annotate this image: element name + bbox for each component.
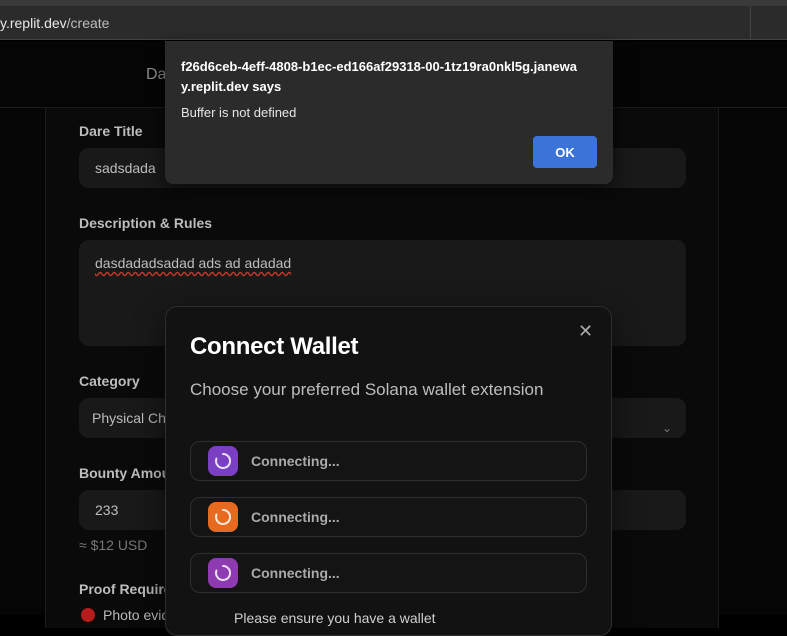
- category-value: Physical Ch: [92, 410, 166, 426]
- connect-wallet-modal: ✕ Connect Wallet Choose your preferred S…: [165, 306, 612, 636]
- modal-title: Connect Wallet: [190, 333, 359, 360]
- alert-dialog: f26d6ceb-4eff-4808-b1ec-ed166af29318-00-…: [165, 41, 613, 184]
- description-label: Description & Rules: [79, 215, 213, 231]
- bounty-usd-estimate: ≈ $12 USD: [79, 537, 148, 553]
- url-text[interactable]: y.replit.dev/create: [0, 15, 109, 31]
- category-label: Category: [79, 373, 140, 389]
- dare-title-label: Dare Title: [79, 123, 143, 139]
- alert-message: Buffer is not defined: [181, 105, 297, 120]
- bounty-value: 233: [95, 502, 119, 518]
- proof-label: Proof Require: [79, 581, 172, 597]
- wallet-status-label: Connecting...: [251, 453, 340, 469]
- wallet-status-label: Connecting...: [251, 565, 340, 581]
- wallet-status-label: Connecting...: [251, 509, 340, 525]
- close-icon[interactable]: ✕: [578, 321, 593, 342]
- dare-title-value: sadsdada: [95, 160, 156, 176]
- wallet-option-3[interactable]: Connecting...: [190, 553, 587, 593]
- browser-control-stub: [750, 6, 787, 40]
- alert-ok-button[interactable]: OK: [533, 136, 597, 168]
- proof-option-label: Photo evid: [103, 607, 170, 623]
- spinner-icon: [208, 446, 238, 476]
- description-value: dasdadadsadad ads ad adadad: [95, 255, 292, 271]
- alert-origin: f26d6ceb-4eff-4808-b1ec-ed166af29318-00-…: [181, 59, 577, 94]
- wallet-option-2[interactable]: Connecting...: [190, 497, 587, 537]
- address-bar[interactable]: y.replit.dev/create: [0, 6, 787, 40]
- wallet-footnote: Please ensure you have a wallet: [234, 610, 436, 626]
- chevron-down-icon: ⌄: [661, 421, 672, 435]
- wallet-option-1[interactable]: Connecting...: [190, 441, 587, 481]
- nav-link[interactable]: Da: [146, 66, 166, 84]
- bounty-label: Bounty Amou: [79, 465, 171, 481]
- url-host: y.replit.dev: [0, 15, 67, 31]
- proof-radio[interactable]: [81, 608, 95, 622]
- url-path: /create: [66, 15, 110, 31]
- spinner-icon: [208, 558, 238, 588]
- modal-subtitle: Choose your preferred Solana wallet exte…: [190, 380, 544, 399]
- spinner-icon: [208, 502, 238, 532]
